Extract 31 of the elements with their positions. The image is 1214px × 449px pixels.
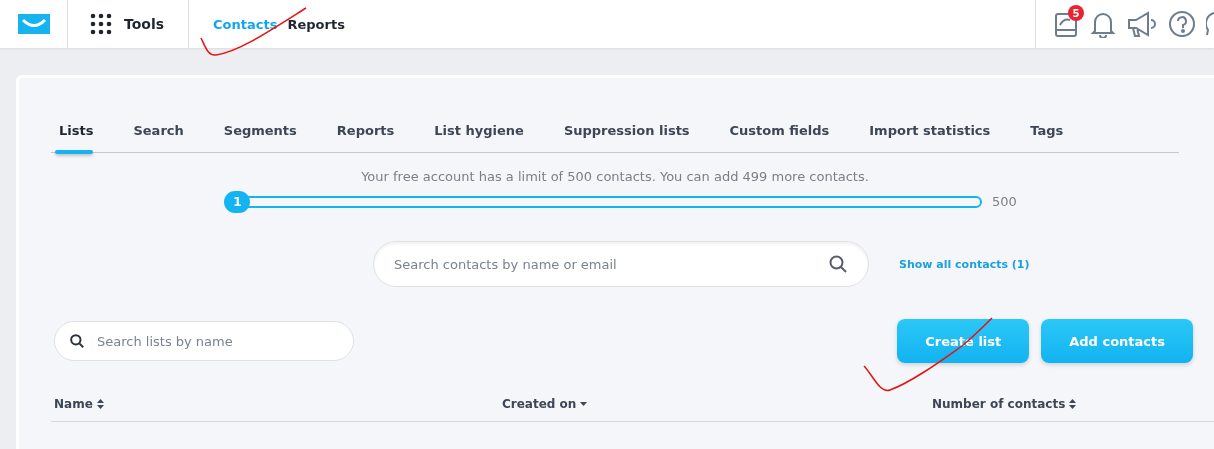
nav-link[interactable]: Reports [287, 16, 345, 32]
column-header[interactable]: Created on [502, 397, 932, 411]
sort-down-icon [580, 402, 588, 406]
sort-icon [96, 399, 104, 409]
tab[interactable]: Tags [1026, 123, 1064, 152]
logo-icon[interactable] [17, 14, 50, 34]
sort-icon [1069, 399, 1077, 409]
tab[interactable]: Import statistics [865, 123, 991, 152]
tab[interactable]: Search [129, 123, 184, 152]
search-icon [70, 334, 84, 348]
list-search-field[interactable]: Search lists by name [54, 321, 354, 361]
grid-icon [90, 13, 112, 35]
tab[interactable]: Segments [219, 123, 297, 152]
notification-badge: 5 [1068, 5, 1084, 21]
column-header[interactable]: Name [54, 397, 502, 411]
tab[interactable]: Suppression lists [559, 123, 690, 152]
limit-bar-thumb: 1 [224, 190, 251, 213]
column-header[interactable]: Number of contacts [932, 397, 1172, 411]
bell-icon[interactable] [1090, 10, 1116, 38]
book-icon[interactable] [1054, 10, 1080, 38]
megaphone-icon[interactable] [1126, 10, 1158, 38]
limit-message: Your free account has a limit of 500 contacts. You can add 499 more contacts. [360, 169, 870, 184]
tools-menu[interactable]: Tools [68, 0, 190, 48]
tab[interactable]: Reports [332, 123, 395, 152]
help-icon[interactable] [1168, 10, 1196, 38]
tab[interactable]: Lists [55, 123, 94, 152]
tab[interactable]: List hygiene [430, 123, 524, 152]
tab[interactable]: Custom fields [725, 123, 830, 152]
contact-search-field[interactable]: Search contacts by name or email [373, 241, 869, 287]
search-icon [829, 255, 847, 273]
limit-max-label: 500 [992, 194, 1017, 209]
